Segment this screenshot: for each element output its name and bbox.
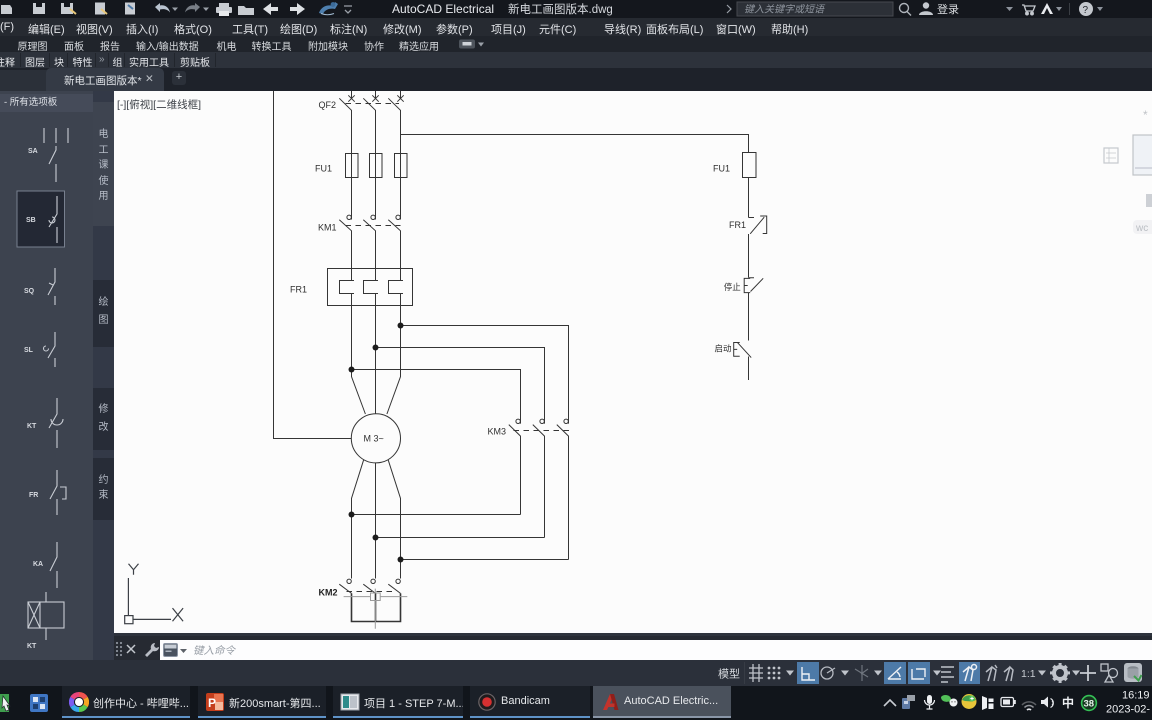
svg-text:P: P [208, 696, 216, 710]
svg-text:新电工画图版本.dwg: 新电工画图版本.dwg [508, 2, 613, 16]
svg-text:FR1: FR1 [729, 220, 746, 230]
svg-text:SB: SB [26, 217, 36, 224]
svg-text:1:1: 1:1 [1021, 668, 1036, 680]
svg-text:KM3: KM3 [488, 427, 507, 437]
svg-text:模型: 模型 [718, 667, 740, 681]
svg-text:*: * [1143, 108, 1148, 122]
svg-text:16:19: 16:19 [1122, 690, 1150, 702]
svg-text:停止: 停止 [724, 282, 742, 292]
svg-text:2023-02-: 2023-02- [1106, 704, 1150, 716]
svg-text:M 3~: M 3~ [364, 434, 384, 444]
svg-text:SQ: SQ [24, 288, 35, 295]
svg-text:FU1: FU1 [713, 164, 730, 174]
svg-text:FR: FR [29, 492, 38, 499]
svg-text:SL: SL [24, 347, 34, 354]
svg-text:AutoCAD Electrical: AutoCAD Electrical [392, 2, 494, 16]
svg-text:SA: SA [28, 148, 38, 155]
svg-text:38: 38 [1084, 699, 1095, 710]
svg-text:登录: 登录 [937, 2, 959, 16]
svg-text:启动: 启动 [715, 344, 733, 354]
svg-text:[-][俯视][二维线框]: [-][俯视][二维线框] [117, 98, 201, 111]
svg-text:KA: KA [33, 561, 43, 568]
svg-text:wc: wc [1135, 223, 1148, 234]
svg-text:KM1: KM1 [318, 223, 337, 233]
svg-text:KM2: KM2 [319, 588, 338, 598]
svg-text:键入关键字或短语: 键入关键字或短语 [744, 4, 826, 16]
svg-text:KT: KT [27, 643, 37, 650]
svg-text:FU1: FU1 [315, 164, 332, 174]
svg-text:KT: KT [27, 423, 37, 430]
svg-text:?: ? [1083, 5, 1089, 16]
svg-text:QF2: QF2 [319, 100, 337, 110]
svg-text:FR1: FR1 [290, 285, 307, 295]
